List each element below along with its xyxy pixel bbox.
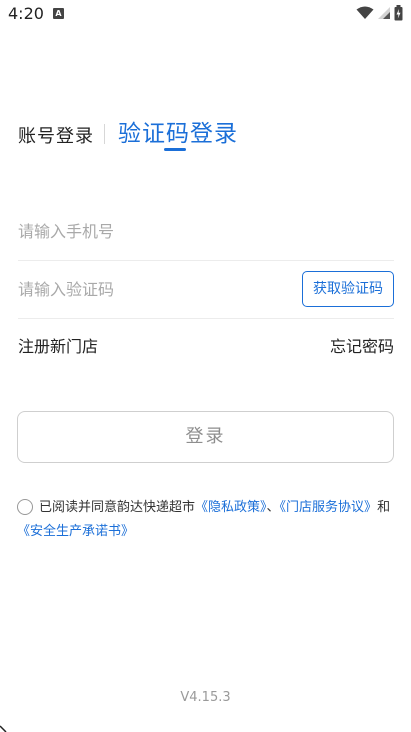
tab-account-login[interactable]: 账号登录 xyxy=(18,122,94,148)
service-agreement-link[interactable]: 《门店服务协议》 xyxy=(280,500,378,515)
signal-icon xyxy=(377,6,391,20)
verification-code-input[interactable] xyxy=(18,260,288,318)
login-screen: 4:20 A 账号登录 验证码登录 请输入手机号 请输入验证码 获取验证码 注册… xyxy=(0,0,411,732)
battery-icon xyxy=(394,5,403,21)
get-code-button[interactable]: 获取验证码 xyxy=(302,271,394,307)
tab-code-login[interactable]: 验证码登录 xyxy=(118,114,238,148)
agreement-separator: 、 xyxy=(266,500,280,515)
forgot-password-link[interactable]: 忘记密码 xyxy=(330,333,394,357)
wifi-icon xyxy=(356,6,374,20)
login-button[interactable]: 登录 xyxy=(17,411,394,463)
safety-commitment-link[interactable]: 《安全生产承诺书》 xyxy=(17,524,134,539)
corner-mark xyxy=(0,725,7,732)
register-store-link[interactable]: 注册新门店 xyxy=(18,333,98,357)
status-icons xyxy=(356,5,403,21)
login-tabs: 账号登录 验证码登录 xyxy=(0,110,411,160)
agree-checkbox[interactable] xyxy=(17,499,33,515)
notification-a-icon: A xyxy=(53,8,64,19)
app-version: V4.15.3 xyxy=(180,690,231,705)
status-bar: 4:20 A xyxy=(0,0,411,28)
active-tab-indicator xyxy=(164,148,186,151)
agreement-prefix: 已阅读并同意韵达快递超市 xyxy=(39,500,196,515)
privacy-policy-link[interactable]: 《隐私政策》 xyxy=(195,500,267,515)
agreement: 已阅读并同意韵达快递超市《隐私政策》、《门店服务协议》和《安全生产承诺书》 xyxy=(17,496,393,544)
status-time: 4:20 xyxy=(8,4,44,23)
phone-field-row xyxy=(18,202,394,261)
tab-divider xyxy=(104,124,105,144)
agreement-conjunction: 和 xyxy=(377,500,391,515)
code-field-row: 获取验证码 xyxy=(18,260,394,319)
phone-input[interactable] xyxy=(18,202,288,260)
